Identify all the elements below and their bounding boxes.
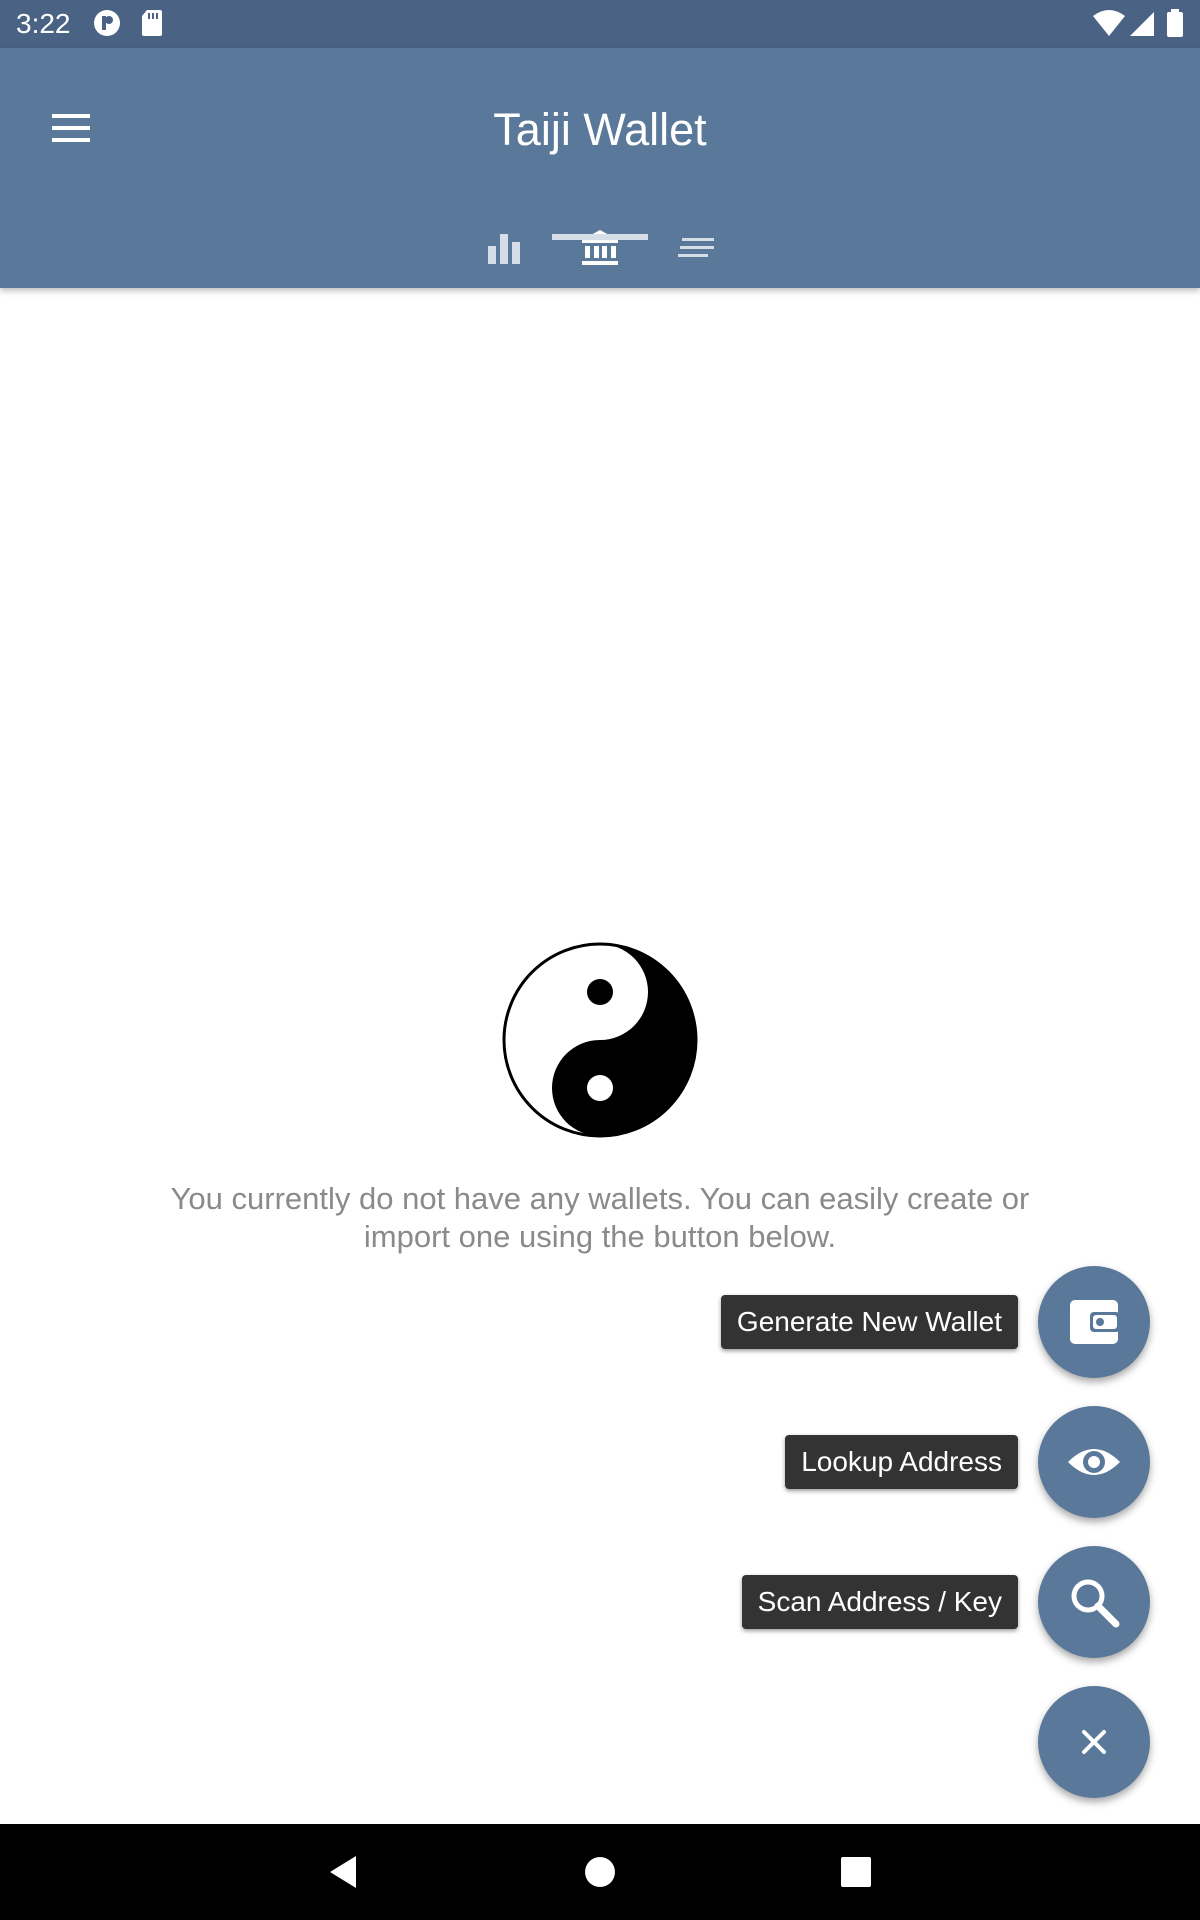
generate-new-wallet-label[interactable]: Generate New Wallet	[720, 1295, 1018, 1349]
list-icon	[678, 238, 714, 257]
close-fab-button[interactable]	[1038, 1686, 1150, 1798]
navigation-bar	[0, 1824, 1200, 1920]
home-icon[interactable]	[564, 1836, 636, 1908]
wifi-icon	[1092, 8, 1126, 43]
app-title: Taiji Wallet	[493, 104, 707, 155]
bar-chart-icon	[488, 234, 520, 264]
status-bar: 3:22	[0, 0, 1200, 48]
tab-wallets[interactable]	[552, 212, 648, 288]
recents-icon[interactable]	[820, 1836, 892, 1908]
scan-address-key-label[interactable]: Scan Address / Key	[741, 1575, 1018, 1629]
yin-yang-icon	[500, 940, 700, 1140]
generate-new-wallet-button[interactable]	[1038, 1266, 1150, 1378]
sd-card-icon	[140, 8, 164, 43]
lookup-address-button[interactable]	[1038, 1406, 1150, 1518]
screen: 3:22 Taiji Wallet You currently do not h…	[0, 0, 1200, 1920]
tab-chart[interactable]	[456, 212, 552, 288]
eye-icon	[1068, 1449, 1120, 1475]
signal-icon	[1128, 8, 1156, 43]
status-time: 3:22	[16, 8, 71, 39]
scan-address-key-button[interactable]	[1038, 1546, 1150, 1658]
app-notification-icon	[92, 8, 122, 43]
tab-list[interactable]	[648, 212, 744, 288]
app-bar: Taiji Wallet	[0, 48, 1200, 288]
battery-icon	[1166, 8, 1184, 43]
close-icon	[1082, 1730, 1106, 1754]
empty-state-message: You currently do not have any wallets. Y…	[170, 1181, 1030, 1254]
lookup-address-label[interactable]: Lookup Address	[785, 1435, 1018, 1489]
wallet-icon	[1070, 1300, 1120, 1344]
tab-indicator	[552, 234, 648, 240]
search-icon	[1071, 1579, 1120, 1628]
back-icon[interactable]	[306, 1836, 378, 1908]
